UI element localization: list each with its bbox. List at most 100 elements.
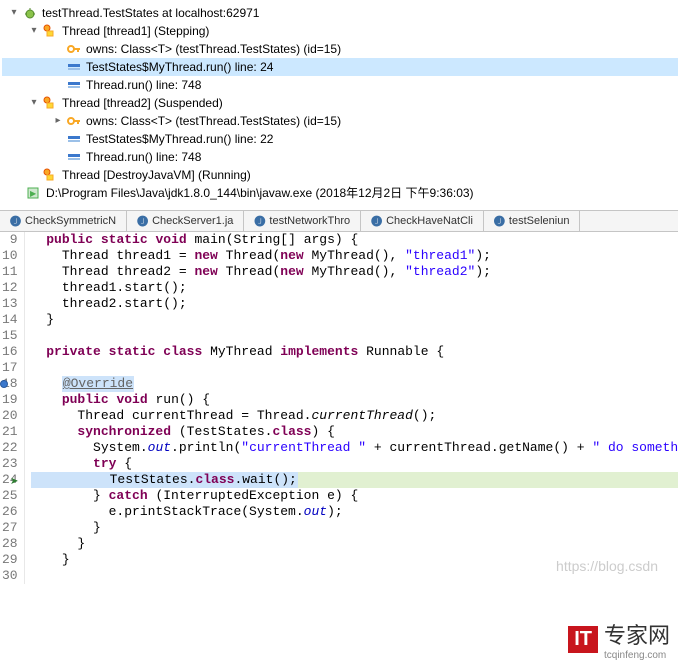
editor-tab[interactable]: 🅙 CheckHaveNatCli [361,211,484,231]
stack-frame[interactable]: Thread.run() line: 748 [2,148,678,166]
line-number: 29 [2,552,18,568]
thread-icon [42,167,58,183]
key-icon [66,113,82,129]
frame-label: Thread.run() line: 748 [84,76,201,94]
line-number: 13 [2,296,18,312]
tab-label: CheckServer1.ja [152,215,233,227]
code-line: System.out.println("currentThread " + cu… [31,440,678,456]
thread-node-1[interactable]: ▾ Thread [thread1] (Stepping) [2,22,678,40]
frame-label: Thread.run() line: 748 [84,148,201,166]
thread-label: Thread [DestroyJavaVM] (Running) [60,166,251,184]
code-line [31,360,678,376]
code-line: Thread thread1 = new Thread(new MyThread… [31,248,678,264]
stack-frame-icon [66,131,82,147]
line-number: 25 [2,488,18,504]
code-line: public static void main(String[] args) { [31,232,678,248]
code-line: thread2.start(); [31,296,678,312]
monitor-owns[interactable]: owns: Class<T> (testThread.TestStates) (… [2,40,678,58]
tab-label: testSeleniun [509,215,570,227]
line-number: ➤24 [2,472,18,488]
code-line: synchronized (TestStates.class) { [31,424,678,440]
editor-tab[interactable]: 🅙 CheckServer1.ja [127,211,244,231]
breakpoint-icon[interactable] [0,380,8,388]
stack-frame[interactable]: Thread.run() line: 748 [2,76,678,94]
editor-tabs: 🅙 CheckSymmetricN 🅙 CheckServer1.ja 🅙testN… [0,210,678,232]
key-icon [66,41,82,57]
java-file-icon: 🅙 [137,213,148,229]
stack-frame-icon [66,59,82,75]
line-number: 10 [2,248,18,264]
line-number: 17 [2,360,18,376]
stack-frame-icon [66,77,82,93]
code-line: } catch (InterruptedException e) { [31,488,678,504]
collapse-icon[interactable]: ▾ [6,5,22,21]
stack-frame-selected[interactable]: TestStates$MyThread.run() line: 24 [2,58,678,76]
collapse-icon[interactable]: ▾ [26,95,42,111]
java-file-icon: 🅙 [254,213,265,229]
line-number: 20 [2,408,18,424]
code-line: public void run() { [31,392,678,408]
monitor-label: owns: Class<T> (testThread.TestStates) (… [84,112,341,130]
thread-node-destroy[interactable]: ▸ Thread [DestroyJavaVM] (Running) [2,166,678,184]
code-line: } [31,536,678,552]
logo-name: 专家网 [604,618,670,650]
frame-label: TestStates$MyThread.run() line: 22 [84,130,273,148]
code-line: private static class MyThread implements… [31,344,678,360]
svg-text:▶: ▶ [30,189,37,198]
logo-badge: IT [568,626,598,653]
code-line: } [31,520,678,536]
line-number: 14 [2,312,18,328]
tab-label: testNetworkThro [269,215,350,227]
line-number: 19 [2,392,18,408]
code-line: } [31,312,678,328]
java-file-icon: 🅙 [371,213,382,229]
line-number: 28 [2,536,18,552]
expand-icon[interactable]: ▸ [50,113,66,129]
process-icon: ▶ [26,185,42,201]
thread-label: Thread [thread2] (Suspended) [60,94,223,112]
line-number: 27 [2,520,18,536]
logo-url: tcqinfeng.com [604,650,666,661]
frame-label: TestStates$MyThread.run() line: 24 [84,58,273,76]
code-line: Thread thread2 = new Thread(new MyThread… [31,264,678,280]
collapse-icon[interactable]: ▾ [26,23,42,39]
line-number: 21 [2,424,18,440]
code-editor[interactable]: 9 10 11 12 13 14 15 16 17 18 19 20 21 22… [0,232,678,584]
tab-label: CheckHaveNatCli [386,215,473,227]
stack-frame-icon [66,149,82,165]
bug-icon [22,5,38,21]
code-area[interactable]: public static void main(String[] args) {… [25,232,678,584]
line-number: 11 [2,264,18,280]
line-number: 15 [2,328,18,344]
line-number: 16 [2,344,18,360]
thread-node-2[interactable]: ▾ Thread [thread2] (Suspended) [2,94,678,112]
debug-target-label: testThread.TestStates at localhost:62971 [40,4,259,22]
editor-tab[interactable]: 🅙 CheckSymmetricN [0,211,127,231]
line-number: 30 [2,568,18,584]
debug-tree: ▾ testThread.TestStates at localhost:629… [0,0,678,210]
line-gutter: 9 10 11 12 13 14 15 16 17 18 19 20 21 22… [0,232,25,584]
thread-icon [42,23,58,39]
line-number: 23 [2,456,18,472]
process-label: D:\Program Files\Java\jdk1.8.0_144\bin\j… [44,184,474,202]
tab-label: CheckSymmetricN [25,215,116,227]
editor-tab[interactable]: 🅙testNetworkThro [244,211,361,231]
line-number: 18 [2,376,18,392]
code-line: try { [31,456,678,472]
thread-label: Thread [thread1] (Stepping) [60,22,209,40]
line-number: 12 [2,280,18,296]
thread-icon [42,95,58,111]
line-number: 9 [2,232,18,248]
java-file-icon: 🅙 [10,213,21,229]
stack-frame[interactable]: TestStates$MyThread.run() line: 22 [2,130,678,148]
monitor-owns[interactable]: ▸ owns: Class<T> (testThread.TestStates)… [2,112,678,130]
debug-target[interactable]: ▾ testThread.TestStates at localhost:629… [2,4,678,22]
code-line-current: TestStates.class.wait(); [31,472,678,488]
process-node[interactable]: ▶ D:\Program Files\Java\jdk1.8.0_144\bin… [2,184,678,202]
logo-area: IT 专家网 tcqinfeng.com [0,614,678,665]
code-line [31,328,678,344]
code-line: thread1.start(); [31,280,678,296]
code-line: @Override [31,376,678,392]
java-file-icon: 🅙 [494,213,505,229]
editor-tab[interactable]: 🅙testSeleniun [484,211,581,231]
